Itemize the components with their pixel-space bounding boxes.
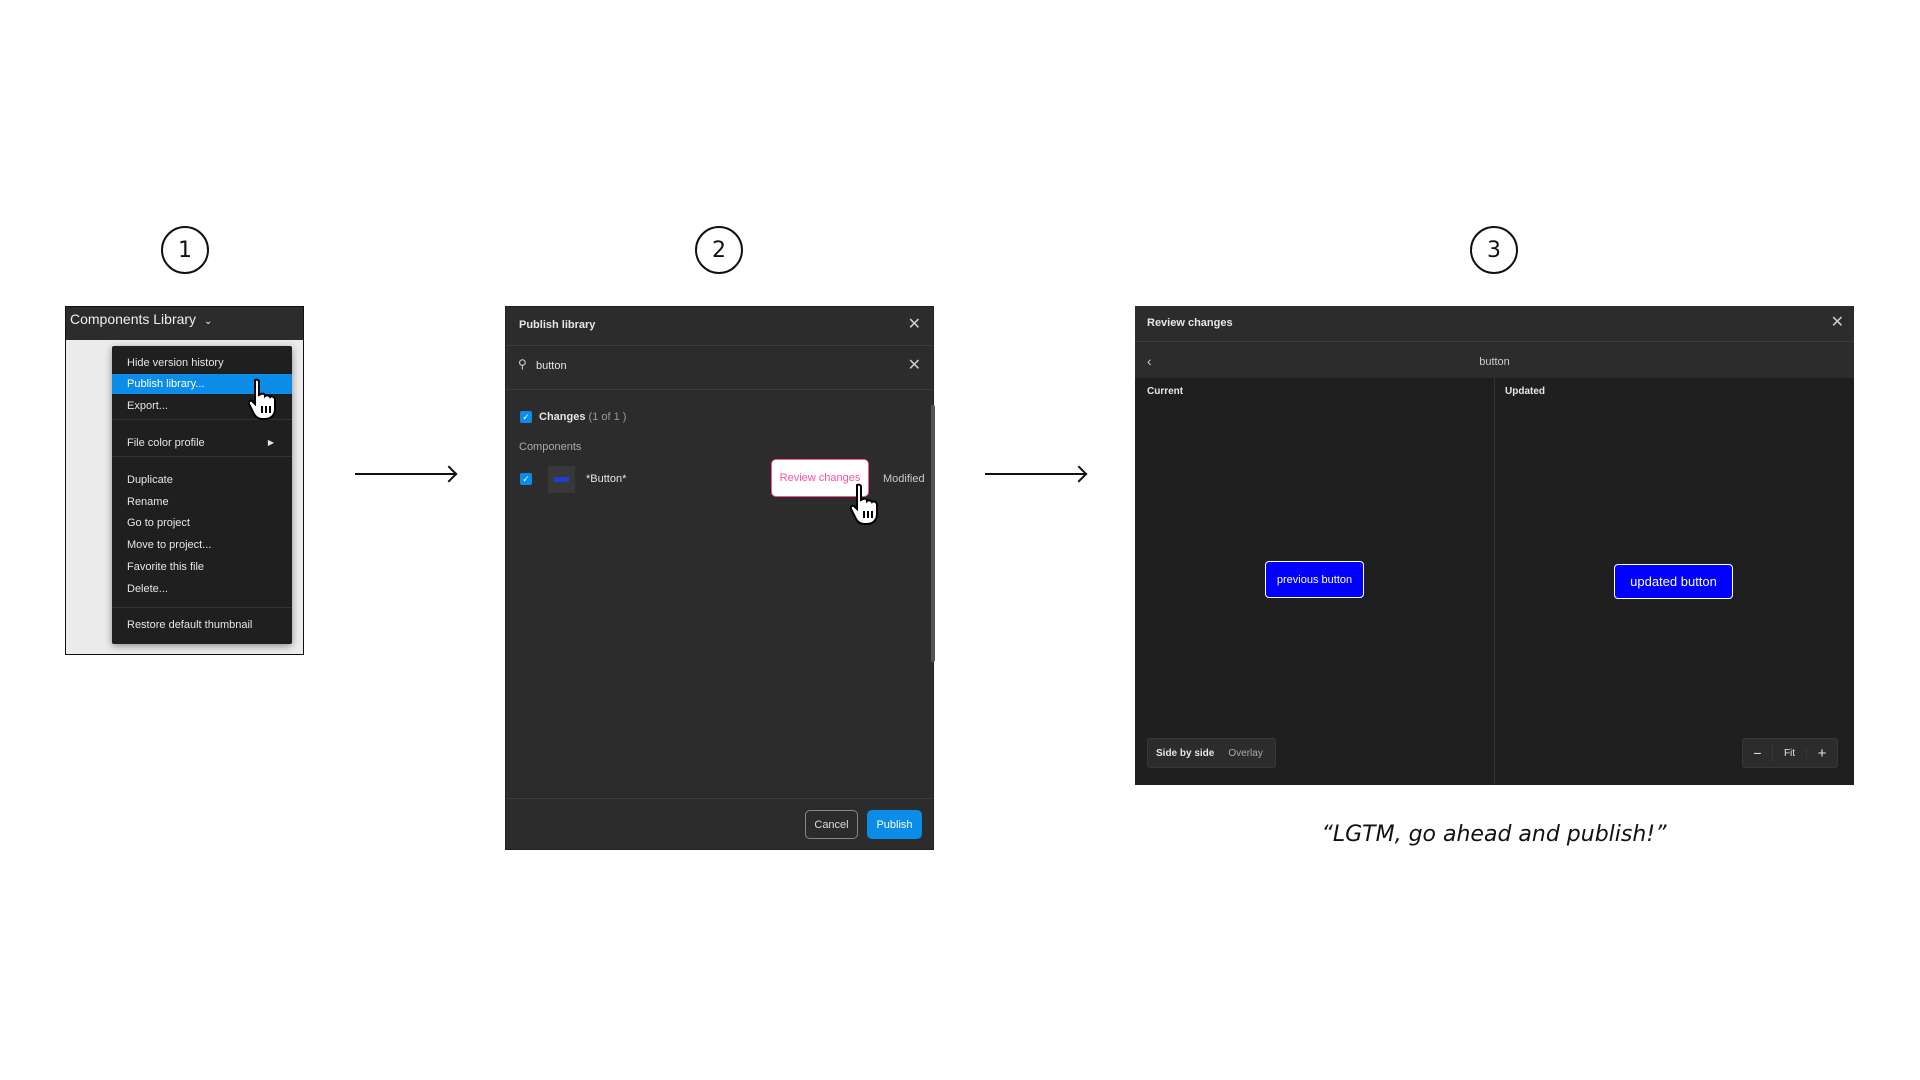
- zoom-controls: − Fit +: [1742, 738, 1838, 768]
- menu-item-favorite[interactable]: Favorite this file: [112, 557, 292, 577]
- component-name: *Button*: [586, 473, 627, 485]
- arrow-right-icon: [355, 473, 456, 475]
- previous-button-preview: previous button: [1265, 561, 1364, 598]
- component-checkbox[interactable]: ✓: [520, 473, 532, 485]
- updated-button-preview: updated button: [1614, 564, 1733, 599]
- hand-cursor-icon: [849, 483, 878, 525]
- submenu-arrow-icon: ▶: [267, 438, 274, 447]
- hand-cursor-icon: [247, 378, 276, 420]
- component-thumbnail: [548, 466, 575, 493]
- menu-item-rename[interactable]: Rename: [112, 492, 292, 512]
- caption-quote: “LGTM, go ahead and publish!”: [1321, 822, 1667, 847]
- cancel-button[interactable]: Cancel: [805, 810, 858, 839]
- status-label: Modified: [883, 473, 925, 485]
- search-icon: ⚲: [518, 357, 527, 371]
- publish-button[interactable]: Publish: [867, 810, 922, 839]
- zoom-in-icon[interactable]: +: [1807, 745, 1837, 762]
- close-icon[interactable]: ✕: [908, 314, 921, 334]
- view-mode-toggle: Side by side Overlay: [1147, 738, 1276, 768]
- current-label: Current: [1147, 386, 1184, 397]
- file-title: Components Library: [70, 311, 197, 327]
- changes-header: Changes (1 of 1 ): [539, 411, 627, 423]
- clear-search-icon[interactable]: ✕: [908, 355, 921, 375]
- menu-item-hide-version-history[interactable]: Hide version history: [112, 353, 292, 373]
- component-title: button: [1479, 356, 1510, 368]
- file-menu-panel: Components Library ⌄ Hide version histor…: [65, 306, 304, 655]
- overlay-tab[interactable]: Overlay: [1214, 748, 1262, 759]
- scrollbar[interactable]: [931, 405, 935, 662]
- step-2-badge: 2: [695, 226, 743, 274]
- changes-checkbox[interactable]: ✓: [520, 411, 532, 423]
- publish-library-dialog: Publish library ✕ ⚲ button ✕ ✓ Changes (…: [505, 306, 935, 850]
- dialog-title: Publish library: [519, 319, 596, 331]
- updated-label: Updated: [1505, 386, 1545, 397]
- menu-item-delete[interactable]: Delete...: [112, 579, 292, 599]
- close-icon[interactable]: ✕: [1831, 312, 1844, 332]
- menu-item-move-to-project[interactable]: Move to project...: [112, 535, 292, 555]
- menu-item-restore-thumbnail[interactable]: Restore default thumbnail: [112, 615, 292, 635]
- file-title-bar[interactable]: Components Library ⌄: [66, 307, 303, 340]
- review-changes-dialog: Review changes ✕ ‹ button Current Update…: [1135, 306, 1854, 785]
- dialog-title: Review changes: [1147, 317, 1233, 329]
- chevron-down-icon: ⌄: [203, 316, 213, 327]
- step-3-badge: 3: [1470, 226, 1518, 274]
- zoom-fit-button[interactable]: Fit: [1773, 747, 1807, 759]
- menu-item-file-color-profile[interactable]: File color profile ▶: [112, 433, 292, 453]
- arrow-right-icon: [985, 473, 1086, 475]
- zoom-out-icon[interactable]: −: [1743, 745, 1773, 761]
- side-by-side-tab[interactable]: Side by side: [1148, 748, 1214, 759]
- menu-item-go-to-project[interactable]: Go to project: [112, 513, 292, 533]
- step-1-badge: 1: [161, 226, 209, 274]
- menu-item-duplicate[interactable]: Duplicate: [112, 470, 292, 490]
- search-input[interactable]: button: [536, 360, 866, 372]
- section-label: Components: [519, 441, 582, 453]
